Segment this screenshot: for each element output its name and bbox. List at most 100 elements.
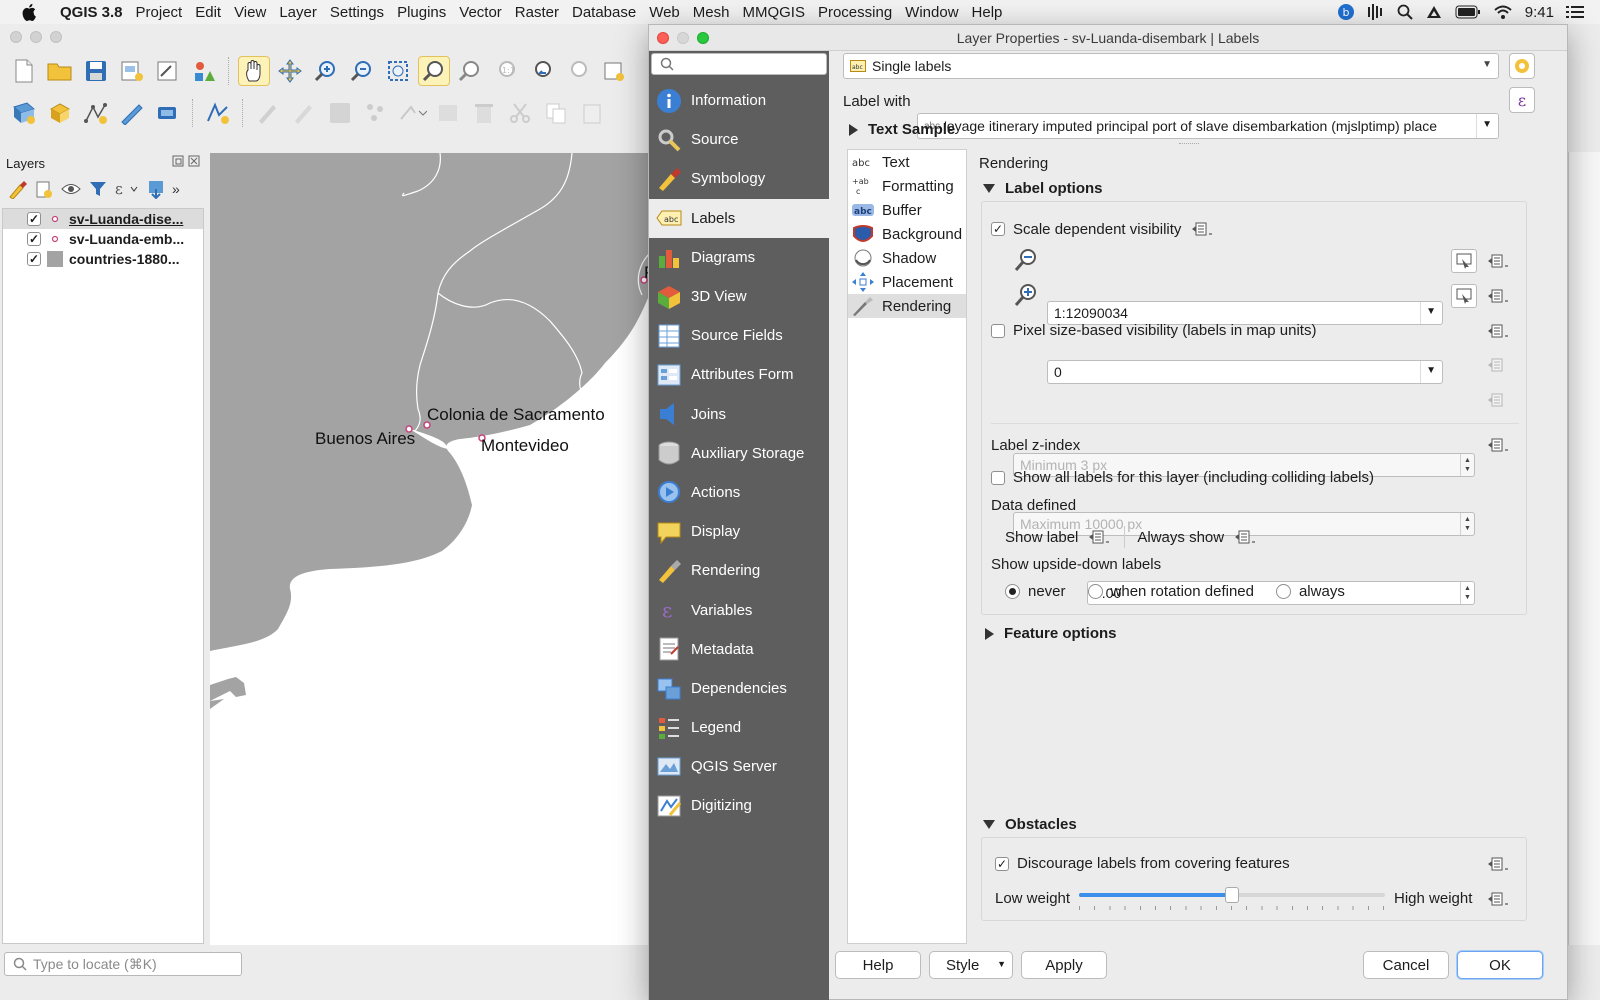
upside-rotation-radio[interactable] [1087, 584, 1103, 599]
layer-row[interactable]: countries-1880... [3, 249, 203, 269]
close-panel-icon[interactable] [188, 155, 200, 167]
sidebar-item-attributes-form[interactable]: Attributes Form [649, 355, 829, 394]
sidebar-item-joins[interactable]: Joins [649, 395, 829, 434]
subtab-rendering[interactable]: Rendering [848, 294, 966, 318]
sidebar-item-legend[interactable]: Legend [649, 708, 829, 747]
sidebar-item-actions[interactable]: Actions [649, 473, 829, 512]
more-tools-icon[interactable]: » [172, 181, 180, 197]
data-defined-override-icon[interactable] [1485, 284, 1511, 308]
drive-icon[interactable] [1425, 4, 1443, 20]
subtab-placement[interactable]: Placement [848, 270, 966, 294]
layout-manager-icon[interactable] [152, 56, 184, 86]
menu-processing[interactable]: Processing [818, 4, 904, 21]
upside-always-option[interactable]: always [1275, 583, 1345, 600]
manage-visibility-icon[interactable] [60, 179, 82, 199]
max-scale-combo[interactable]: 0 ▼ [1047, 360, 1443, 384]
data-defined-override-icon[interactable] [1485, 249, 1511, 273]
delete-selected-icon[interactable] [468, 98, 500, 128]
minimize-window-button[interactable] [30, 31, 42, 43]
audio-levels-icon[interactable] [1367, 4, 1385, 20]
discourage-checkbox[interactable] [995, 856, 1009, 871]
data-defined-override-icon[interactable] [1485, 887, 1511, 911]
bing-icon[interactable]: b [1337, 3, 1355, 21]
menu-mesh[interactable]: Mesh [693, 4, 742, 21]
sidebar-item-dependencies[interactable]: Dependencies [649, 669, 829, 708]
upside-always-radio[interactable] [1275, 584, 1291, 599]
label-options-section[interactable]: Label options [983, 180, 1103, 197]
menu-view[interactable]: View [234, 4, 278, 21]
copy-features-icon[interactable] [540, 98, 572, 128]
label-mode-combo[interactable]: abc Single labels ▼ [843, 53, 1499, 79]
move-feature-icon[interactable] [396, 98, 428, 128]
filter-legend-icon[interactable] [88, 179, 108, 199]
menu-web[interactable]: Web [649, 4, 692, 21]
notification-center-icon[interactable] [1566, 5, 1584, 19]
zoom-last-icon[interactable] [526, 56, 558, 86]
menu-raster[interactable]: Raster [515, 4, 571, 21]
cancel-button[interactable]: Cancel [1363, 951, 1449, 979]
new-project-icon[interactable] [8, 56, 40, 86]
new-map-view-icon[interactable] [598, 56, 630, 86]
zoom-full-icon[interactable] [382, 56, 414, 86]
zoom-native-icon[interactable]: 1:1 [490, 56, 522, 86]
sidebar-item-diagrams[interactable]: Diagrams [649, 238, 829, 277]
menu-help[interactable]: Help [972, 4, 1015, 21]
float-panel-icon[interactable] [172, 155, 184, 167]
layer-visibility-checkbox[interactable] [27, 212, 41, 226]
help-button[interactable]: Help [835, 951, 921, 979]
data-defined-override-icon[interactable] [1485, 388, 1511, 412]
vertex-tool-icon[interactable] [202, 98, 234, 128]
data-defined-override-icon[interactable] [1232, 525, 1258, 549]
auto-placement-settings-icon[interactable] [1509, 53, 1535, 79]
upside-never-radio[interactable] [1005, 584, 1020, 599]
filter-expression-icon[interactable]: ε [114, 179, 140, 199]
layer-row[interactable]: sv-Luanda-dise... [3, 209, 203, 229]
zoom-to-layer-icon[interactable] [454, 56, 486, 86]
save-project-icon[interactable] [80, 56, 112, 86]
subtab-shadow[interactable]: Shadow [848, 246, 966, 270]
scale-dependent-checkbox[interactable] [991, 222, 1005, 236]
style-manager-icon[interactable] [188, 56, 220, 86]
spotlight-search-icon[interactable] [1397, 4, 1413, 20]
apple-icon[interactable] [22, 3, 42, 21]
label-with-field[interactable]: abc 'oyage itinerary imputed principal p… [917, 113, 1499, 139]
zoom-window-button[interactable] [50, 31, 62, 43]
pixel-size-checkbox[interactable] [991, 323, 1005, 338]
obstacle-weight-slider[interactable] [1079, 887, 1385, 911]
sidebar-item-information[interactable]: Information [649, 81, 829, 120]
subtab-buffer[interactable]: abc Buffer [848, 198, 966, 222]
open-project-icon[interactable] [44, 56, 76, 86]
zoom-out-icon[interactable] [346, 56, 378, 86]
locator-search-bar[interactable]: Type to locate (⌘K) [4, 952, 242, 976]
ok-button[interactable]: OK [1457, 951, 1543, 979]
layer-row[interactable]: sv-Luanda-emb... [3, 229, 203, 249]
obstacles-section[interactable]: Obstacles [983, 816, 1077, 833]
sidebar-item-metadata[interactable]: Metadata [649, 630, 829, 669]
style-panel-icon[interactable] [8, 179, 28, 199]
menubar-clock[interactable]: 9:41 [1525, 4, 1554, 21]
pan-to-selection-icon[interactable] [274, 56, 306, 86]
upside-rotation-option[interactable]: when rotation defined [1087, 583, 1254, 600]
menu-mmqgis[interactable]: MMQGIS [742, 4, 817, 21]
sidebar-item-labels[interactable]: abc Labels [649, 198, 829, 238]
close-window-button[interactable] [10, 31, 22, 43]
data-source-manager-icon[interactable] [8, 98, 40, 128]
sidebar-item-source[interactable]: Source [649, 120, 829, 159]
save-edits-icon[interactable] [324, 98, 356, 128]
data-defined-override-icon[interactable] [1485, 852, 1511, 876]
data-defined-override-icon[interactable] [1189, 217, 1215, 241]
label-mode-field[interactable]: abc Single labels ▼ [843, 53, 1499, 79]
data-defined-override-icon[interactable] [1086, 525, 1112, 549]
new-temporary-layer-icon[interactable] [116, 98, 148, 128]
menu-project[interactable]: Project [136, 4, 195, 21]
menu-window[interactable]: Window [905, 4, 970, 21]
subtab-text[interactable]: abc Text [848, 150, 966, 174]
set-current-map-scale-icon[interactable] [1451, 284, 1477, 308]
menu-database[interactable]: Database [572, 4, 648, 21]
toggle-editing-icon[interactable] [288, 98, 320, 128]
subtab-background[interactable]: Background [848, 222, 966, 246]
new-print-layout-icon[interactable] [116, 56, 148, 86]
slider-thumb[interactable] [1225, 887, 1239, 903]
data-defined-override-icon[interactable] [1485, 433, 1511, 457]
zoom-to-selection-icon[interactable] [418, 56, 450, 86]
